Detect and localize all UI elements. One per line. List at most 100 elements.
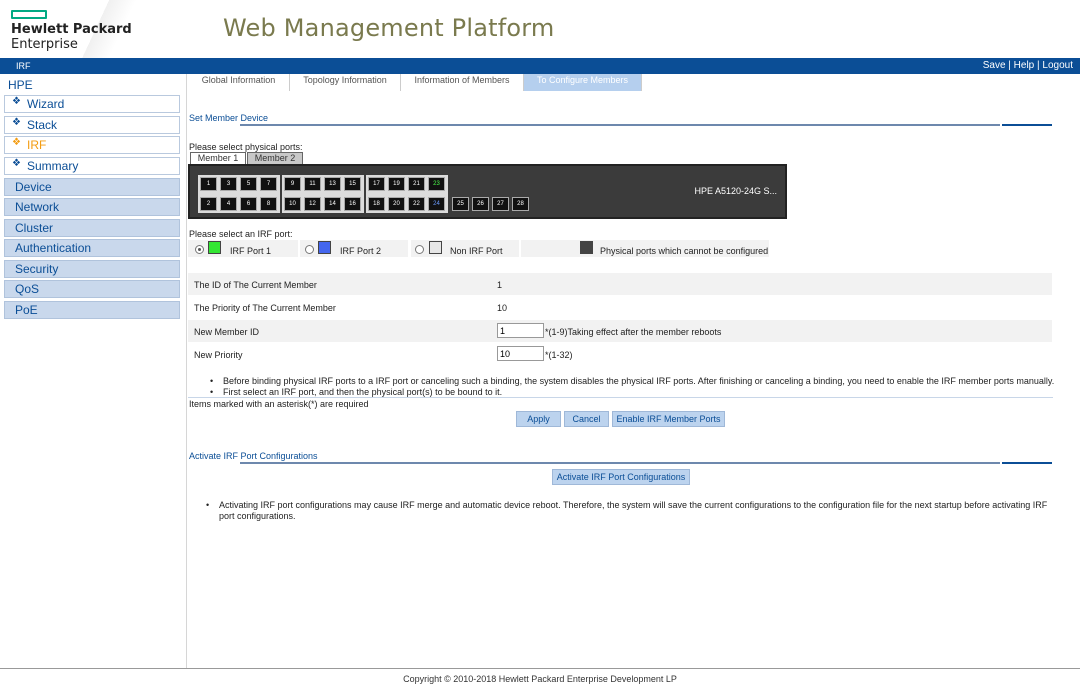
new-priority-hint: *(1-32) — [545, 350, 573, 360]
port-9[interactable]: 9 — [284, 177, 301, 191]
tab-member-1[interactable]: Member 1 — [190, 152, 246, 164]
sidebar-item-stack[interactable]: ❖ Stack — [4, 116, 180, 134]
sidebar-item-summary[interactable]: ❖ Summary — [4, 157, 180, 175]
port-3[interactable]: 3 — [220, 177, 237, 191]
port-14[interactable]: 14 — [324, 197, 341, 211]
sidebar-category-qos[interactable]: QoS — [4, 280, 180, 298]
sidebar-category-device[interactable]: Device — [4, 178, 180, 196]
port-15[interactable]: 15 — [344, 177, 361, 191]
sidebar-item-label: Stack — [27, 118, 58, 132]
port-22[interactable]: 22 — [408, 197, 425, 211]
category-label: Device — [15, 180, 52, 194]
legend-irf-port-1: IRF Port 1 — [230, 246, 272, 256]
irf-port-2-swatch — [318, 241, 331, 254]
required-note: Items marked with an asterisk(*) are req… — [189, 399, 369, 409]
port-19[interactable]: 19 — [388, 177, 405, 191]
sidebar: HPE ❖ Wizard ❖ Stack ❖ IRF ❖ Summary Dev… — [0, 74, 187, 668]
copyright: Copyright © 2010-2018 Hewlett Packard En… — [403, 674, 677, 684]
port-5[interactable]: 5 — [240, 177, 257, 191]
port-28[interactable]: 28 — [512, 197, 529, 211]
diamond-icon: ❖ — [12, 117, 21, 128]
non-irf-port-swatch — [429, 241, 442, 254]
port-11[interactable]: 11 — [304, 177, 321, 191]
port-1[interactable]: 1 — [200, 177, 217, 191]
sidebar-category-security[interactable]: Security — [4, 260, 180, 278]
sidebar-category-cluster[interactable]: Cluster — [4, 219, 180, 237]
note-activate: Activating IRF port configurations may c… — [206, 500, 1049, 522]
diamond-icon: ❖ — [12, 96, 21, 107]
port-6[interactable]: 6 — [240, 197, 257, 211]
new-priority-input[interactable] — [497, 346, 544, 361]
sidebar-root[interactable]: HPE — [8, 78, 33, 92]
sidebar-item-label: Wizard — [27, 97, 65, 111]
port-7[interactable]: 7 — [260, 177, 277, 191]
top-links: Save | Help | Logout — [983, 60, 1073, 71]
logout-link[interactable]: Logout — [1042, 60, 1073, 71]
category-label: Security — [15, 262, 59, 276]
section-divider — [240, 462, 1000, 464]
tab-global-information[interactable]: Global Information — [188, 74, 290, 91]
current-priority-value: 10 — [497, 303, 508, 313]
port-2[interactable]: 2 — [200, 197, 217, 211]
port-8[interactable]: 8 — [260, 197, 277, 211]
port-23[interactable]: 23 — [428, 177, 445, 191]
radio-non-irf-port[interactable] — [415, 245, 424, 254]
logo-line-2: Enterprise — [11, 37, 78, 52]
sidebar-item-wizard[interactable]: ❖ Wizard — [4, 95, 180, 113]
top-bar: IRF Save | Help | Logout — [0, 58, 1080, 74]
port-17[interactable]: 17 — [368, 177, 385, 191]
port-4[interactable]: 4 — [220, 197, 237, 211]
diamond-icon: ❖ — [12, 158, 21, 169]
port-26[interactable]: 26 — [472, 197, 489, 211]
cancel-button[interactable]: Cancel — [564, 411, 609, 427]
sidebar-category-poe[interactable]: PoE — [4, 301, 180, 319]
port-13[interactable]: 13 — [324, 177, 341, 191]
port-20[interactable]: 20 — [388, 197, 405, 211]
radio-irf-port-1[interactable] — [195, 245, 204, 254]
new-member-id-input[interactable] — [497, 323, 544, 338]
sidebar-category-network[interactable]: Network — [4, 198, 180, 216]
divider — [188, 397, 1053, 398]
port-27[interactable]: 27 — [492, 197, 509, 211]
port-10[interactable]: 10 — [284, 197, 301, 211]
hpe-logo-icon — [11, 10, 47, 19]
locked-port-swatch — [580, 241, 593, 254]
save-link[interactable]: Save — [983, 60, 1006, 71]
radio-irf-port-2[interactable] — [305, 245, 314, 254]
new-member-id-hint: *(1-9)Taking effect after the member reb… — [545, 327, 722, 337]
section-title-activate: Activate IRF Port Configurations — [189, 451, 318, 461]
header: Hewlett Packard Enterprise Web Managemen… — [0, 0, 1080, 58]
row-new-priority: New Priority *(1-32) — [188, 343, 1052, 365]
tab-to-configure-members[interactable]: To Configure Members — [524, 74, 642, 91]
tab-topology-information[interactable]: Topology Information — [290, 74, 401, 91]
apply-button[interactable]: Apply — [516, 411, 561, 427]
logo-text: Hewlett Packard Enterprise — [11, 22, 132, 52]
footer-divider — [0, 668, 1080, 669]
switch-model-label: HPE A5120-24G S... — [694, 186, 777, 196]
hpe-logo: Hewlett Packard Enterprise — [0, 0, 155, 58]
irf-port-1-swatch — [208, 241, 221, 254]
activate-irf-port-configurations-button[interactable]: Activate IRF Port Configurations — [552, 469, 690, 485]
row-current-priority: The Priority of The Current Member 10 — [188, 296, 1052, 318]
logo-line-1: Hewlett Packard — [11, 22, 132, 37]
note-binding: Before binding physical IRF ports to a I… — [210, 376, 1063, 387]
category-label: PoE — [15, 303, 38, 317]
enable-irf-member-ports-button[interactable]: Enable IRF Member Ports — [612, 411, 725, 427]
port-21[interactable]: 21 — [408, 177, 425, 191]
port-16[interactable]: 16 — [344, 197, 361, 211]
category-label: Network — [15, 200, 60, 214]
tab-member-2[interactable]: Member 2 — [247, 152, 303, 164]
sidebar-item-label: IRF — [27, 138, 47, 152]
port-25[interactable]: 25 — [452, 197, 469, 211]
port-18[interactable]: 18 — [368, 197, 385, 211]
help-link[interactable]: Help — [1014, 60, 1035, 71]
sidebar-item-irf[interactable]: ❖ IRF — [4, 136, 180, 154]
tab-information-of-members[interactable]: Information of Members — [401, 74, 524, 91]
section-divider — [240, 124, 1000, 126]
sidebar-item-label: Summary — [27, 159, 79, 173]
port-24[interactable]: 24 — [428, 197, 445, 211]
port-12[interactable]: 12 — [304, 197, 321, 211]
section-divider-accent — [1002, 124, 1052, 126]
sidebar-category-authentication[interactable]: Authentication — [4, 239, 180, 257]
legend-non-irf-port: Non IRF Port — [450, 246, 503, 256]
